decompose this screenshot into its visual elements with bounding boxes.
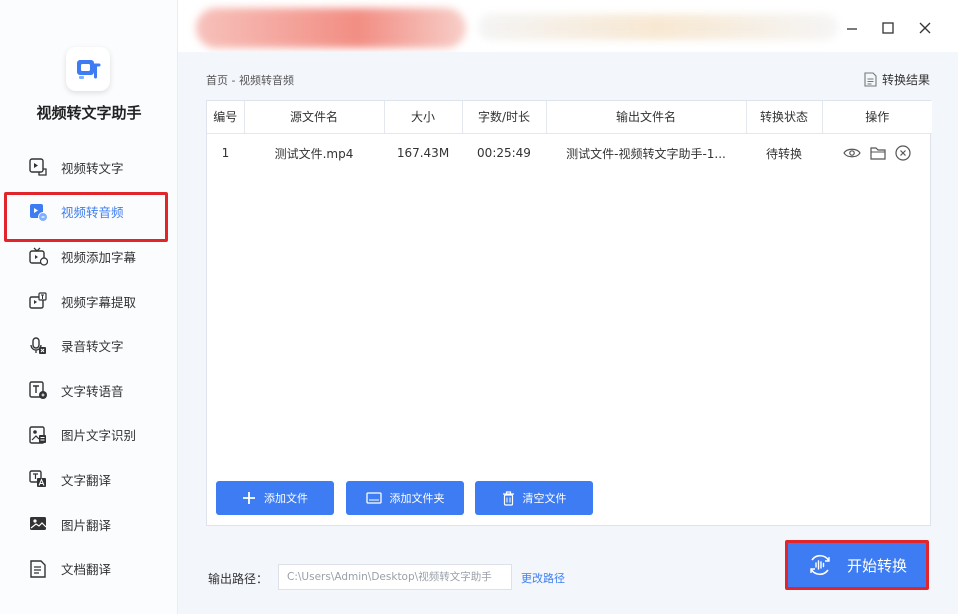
sidebar-item-video-add-subtitle[interactable]: 视频添加字幕	[0, 234, 178, 279]
remove-file-button[interactable]	[895, 145, 911, 161]
sidebar-item-document-translate[interactable]: 文档翻译	[0, 546, 178, 591]
minimize-button[interactable]	[842, 18, 862, 38]
plus-icon	[243, 492, 255, 504]
maximize-button[interactable]	[878, 18, 898, 38]
tv-subtitle-icon	[27, 245, 49, 267]
doc-translate-icon	[27, 558, 49, 580]
sidebar-item-label: 录音转文字	[61, 339, 124, 355]
text-translate-icon	[27, 468, 49, 490]
close-circle-icon	[895, 145, 911, 161]
image-ocr-icon	[27, 424, 49, 446]
image-translate-icon	[27, 513, 49, 535]
sidebar-item-label: 视频转文字	[61, 160, 124, 176]
header-index: 编号	[207, 101, 245, 134]
audio-wave-icon	[810, 554, 830, 576]
sidebar-item-label: 文字转语音	[61, 383, 124, 399]
close-button[interactable]	[915, 18, 935, 38]
blurred-banner-right	[478, 14, 838, 40]
folder-add-icon	[365, 491, 382, 504]
add-file-button[interactable]: 添加文件	[216, 481, 334, 515]
video-audio-icon	[27, 201, 49, 223]
video-text-icon	[27, 156, 49, 178]
header-duration: 字数/时长	[462, 101, 547, 134]
app-logo	[66, 47, 110, 91]
header-actions: 操作	[822, 101, 932, 134]
clear-files-label: 清空文件	[522, 492, 567, 505]
minimize-icon	[847, 28, 857, 30]
sidebar-item-label: 图片文字识别	[61, 428, 137, 444]
cell-source-name: 测试文件.mp4	[274, 146, 354, 161]
sidebar: 视频转文字助手 视频转文字 视频转音频 视频添加字幕 视频字幕提取 录音转文字 …	[0, 0, 178, 614]
app-window: 视频转文字助手 视频转文字 视频转音频 视频添加字幕 视频字幕提取 录音转文字 …	[0, 0, 958, 614]
blurred-banner-left	[196, 8, 466, 48]
cell-size: 167.43M	[396, 146, 450, 161]
main-content: 首页 - 视频转音频 转换结果 编号 源文件名 大小 字数/时长 输出文件名 转…	[178, 52, 958, 614]
output-path-field[interactable]: C:\Users\Admin\Desktop\视频转文字助手	[278, 564, 512, 590]
sidebar-item-subtitle-extract[interactable]: 视频字幕提取	[0, 279, 178, 324]
trash-icon	[502, 490, 514, 506]
sidebar-item-image-ocr[interactable]: 图片文字识别	[0, 413, 178, 458]
table-row[interactable]: 1 测试文件.mp4 167.43M 00:25:49 测试文件-视频转文字助手…	[207, 133, 932, 173]
header-source-name: 源文件名	[244, 101, 385, 134]
text-speech-icon	[27, 379, 49, 401]
title-bar	[178, 0, 958, 52]
preview-button[interactable]	[843, 146, 861, 160]
conversion-result-link[interactable]: 转换结果	[864, 71, 930, 88]
subtitle-extract-icon	[27, 290, 49, 312]
eye-icon	[843, 148, 861, 158]
app-logo-icon	[77, 60, 101, 79]
add-folder-button[interactable]: 添加文件夹	[346, 481, 464, 515]
sidebar-item-text-translate[interactable]: 文字翻译	[0, 457, 178, 502]
sidebar-item-image-translate[interactable]: 图片翻译	[0, 502, 178, 547]
document-icon	[864, 72, 877, 87]
app-name: 视频转文字助手	[36, 104, 142, 122]
maximize-icon	[882, 22, 894, 34]
sidebar-item-video-to-text[interactable]: 视频转文字	[0, 145, 178, 190]
header-size: 大小	[384, 101, 463, 134]
mic-text-icon	[27, 335, 49, 357]
sidebar-item-label: 视频字幕提取	[61, 294, 137, 310]
breadcrumb: 首页 - 视频转音频	[206, 74, 294, 87]
row-actions	[822, 145, 932, 161]
cell-status: 待转换	[765, 146, 802, 161]
file-list-panel: 编号 源文件名 大小 字数/时长 输出文件名 转换状态 操作 1 测试文件.mp…	[206, 100, 932, 526]
change-path-link[interactable]: 更改路径	[521, 570, 565, 586]
sidebar-item-text-to-speech[interactable]: 文字转语音	[0, 368, 178, 413]
sidebar-item-label: 视频转音频	[61, 205, 124, 221]
start-conversion-button[interactable]: 开始转换	[788, 543, 926, 587]
output-path-label: 输出路径：	[208, 572, 269, 586]
cell-duration: 00:25:49	[477, 146, 531, 161]
conversion-result-label: 转换结果	[881, 73, 930, 87]
sidebar-item-video-to-audio[interactable]: 视频转音频	[0, 190, 178, 242]
cell-actions	[822, 133, 932, 173]
cell-index: 1	[221, 146, 230, 161]
open-folder-button[interactable]	[870, 146, 886, 160]
add-file-label: 添加文件	[264, 492, 308, 505]
add-folder-label: 添加文件夹	[389, 492, 445, 505]
sidebar-item-label: 文档翻译	[61, 562, 112, 578]
folder-icon	[870, 147, 886, 160]
sidebar-item-recording-to-text[interactable]: 录音转文字	[0, 323, 178, 368]
table-header-row: 编号 源文件名 大小 字数/时长 输出文件名 转换状态 操作	[207, 101, 932, 134]
close-icon	[919, 22, 931, 34]
header-status: 转换状态	[746, 101, 823, 134]
sidebar-item-label: 图片翻译	[61, 517, 112, 533]
sidebar-nav: 视频转文字 视频转音频 视频添加字幕 视频字幕提取 录音转文字 文字转语音 图片…	[0, 145, 178, 591]
sidebar-item-label: 视频添加字幕	[61, 249, 137, 265]
start-conversion-label: 开始转换	[846, 556, 907, 575]
cell-output-name: 测试文件-视频转文字助手-1...	[566, 146, 726, 161]
header-output-name: 输出文件名	[546, 101, 747, 134]
sidebar-item-label: 文字翻译	[61, 472, 112, 488]
file-table: 编号 源文件名 大小 字数/时长 输出文件名 转换状态 操作 1 测试文件.mp…	[207, 101, 932, 173]
start-conversion-highlight: 开始转换	[785, 540, 929, 590]
clear-files-button[interactable]: 清空文件	[475, 481, 593, 515]
